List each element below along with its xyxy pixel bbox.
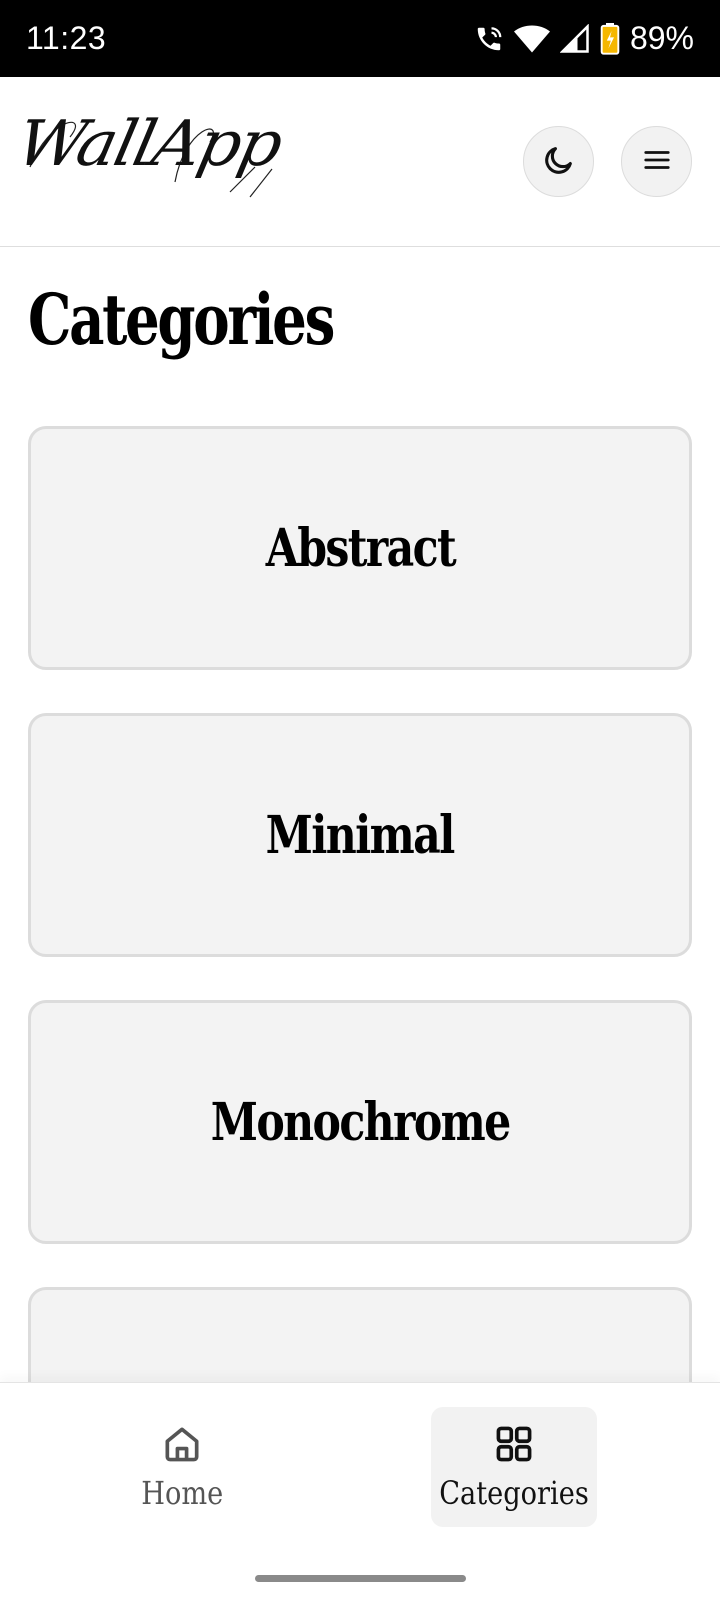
app-logo[interactable]: WallApp [10,107,287,180]
hamburger-menu-icon [642,145,672,179]
category-card-monochrome[interactable]: Monochrome [28,1000,692,1244]
battery-percent: 89% [629,20,694,56]
category-card-abstract[interactable]: Abstract [28,426,692,670]
moon-icon [542,143,576,181]
wifi-icon [513,24,550,54]
menu-button[interactable] [621,126,692,197]
nav-home[interactable]: Home [99,1407,265,1527]
nav-categories[interactable]: Categories [431,1407,597,1527]
signal-icon [559,23,590,54]
call-wifi-icon [474,24,504,54]
status-time: 11:23 [26,20,107,56]
home-icon [160,1422,204,1470]
battery-icon [600,22,620,55]
app-header: WallApp [0,77,720,247]
nav-home-label: Home [140,1474,223,1512]
grid-icon [492,1422,536,1470]
status-icons: 89% [474,20,694,57]
gesture-bar[interactable] [255,1575,466,1582]
bottom-nav: Home Categories [0,1382,720,1600]
theme-toggle-button[interactable] [523,126,594,197]
nav-categories-label: Categories [439,1474,589,1512]
category-label: Minimal [265,804,456,866]
page-title: Categories [28,278,335,361]
status-bar: 11:23 89% [0,0,720,77]
category-label: Abstract [265,517,456,579]
category-label: Monochrome [210,1091,511,1153]
category-card-minimal[interactable]: Minimal [28,713,692,957]
